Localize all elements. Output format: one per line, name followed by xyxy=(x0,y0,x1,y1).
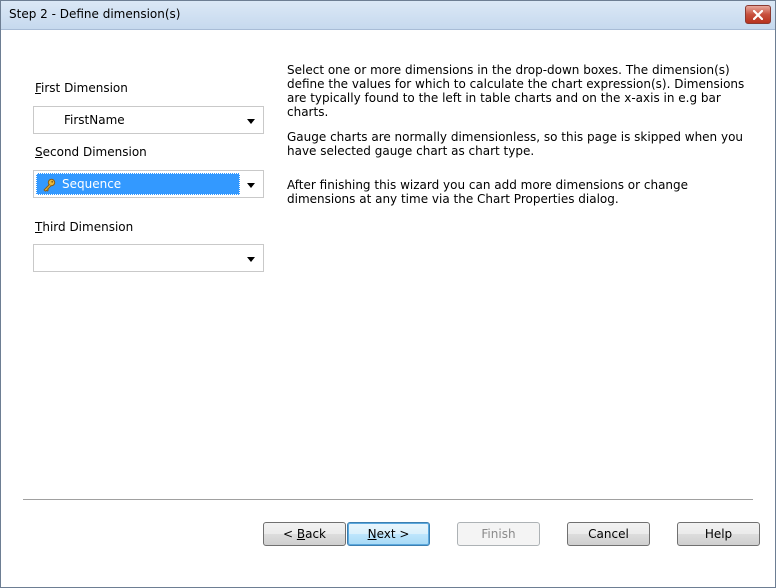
window-title: Step 2 - Define dimension(s) xyxy=(9,7,181,21)
wizard-dialog: Step 2 - Define dimension(s) First Dimen… xyxy=(0,0,776,588)
close-icon xyxy=(753,9,763,20)
help-paragraph-1: Select one or more dimensions in the dro… xyxy=(287,63,745,119)
third-dimension-dropdown[interactable] xyxy=(33,244,264,272)
chevron-down-icon[interactable] xyxy=(247,119,255,124)
help-paragraph-3: After finishing this wizard you can add … xyxy=(287,178,689,206)
dialog-content: First Dimension FirstName Second Dimensi… xyxy=(1,30,775,587)
first-dimension-label: First Dimension xyxy=(35,81,128,95)
help-paragraph-2: Gauge charts are normally dimensionless,… xyxy=(287,130,744,158)
close-button[interactable] xyxy=(745,5,771,24)
chevron-down-icon[interactable] xyxy=(247,183,255,188)
third-dimension-label: Third Dimension xyxy=(35,220,134,234)
help-button[interactable]: Help xyxy=(677,522,760,546)
first-dimension-value: FirstName xyxy=(64,113,125,127)
chevron-down-icon[interactable] xyxy=(247,257,255,262)
next-button[interactable]: Next > xyxy=(347,522,430,546)
second-dimension-dropdown[interactable]: Sequence xyxy=(33,170,264,198)
first-dimension-dropdown[interactable]: FirstName xyxy=(33,106,264,134)
second-dimension-label: Second Dimension xyxy=(35,145,147,159)
title-bar[interactable]: Step 2 - Define dimension(s) xyxy=(1,1,775,30)
back-button[interactable]: < Back xyxy=(263,522,346,546)
key-icon xyxy=(43,178,56,192)
second-dimension-value: Sequence xyxy=(62,177,122,191)
finish-button[interactable]: Finish xyxy=(457,522,540,546)
cancel-button[interactable]: Cancel xyxy=(567,522,650,546)
separator xyxy=(23,499,753,501)
